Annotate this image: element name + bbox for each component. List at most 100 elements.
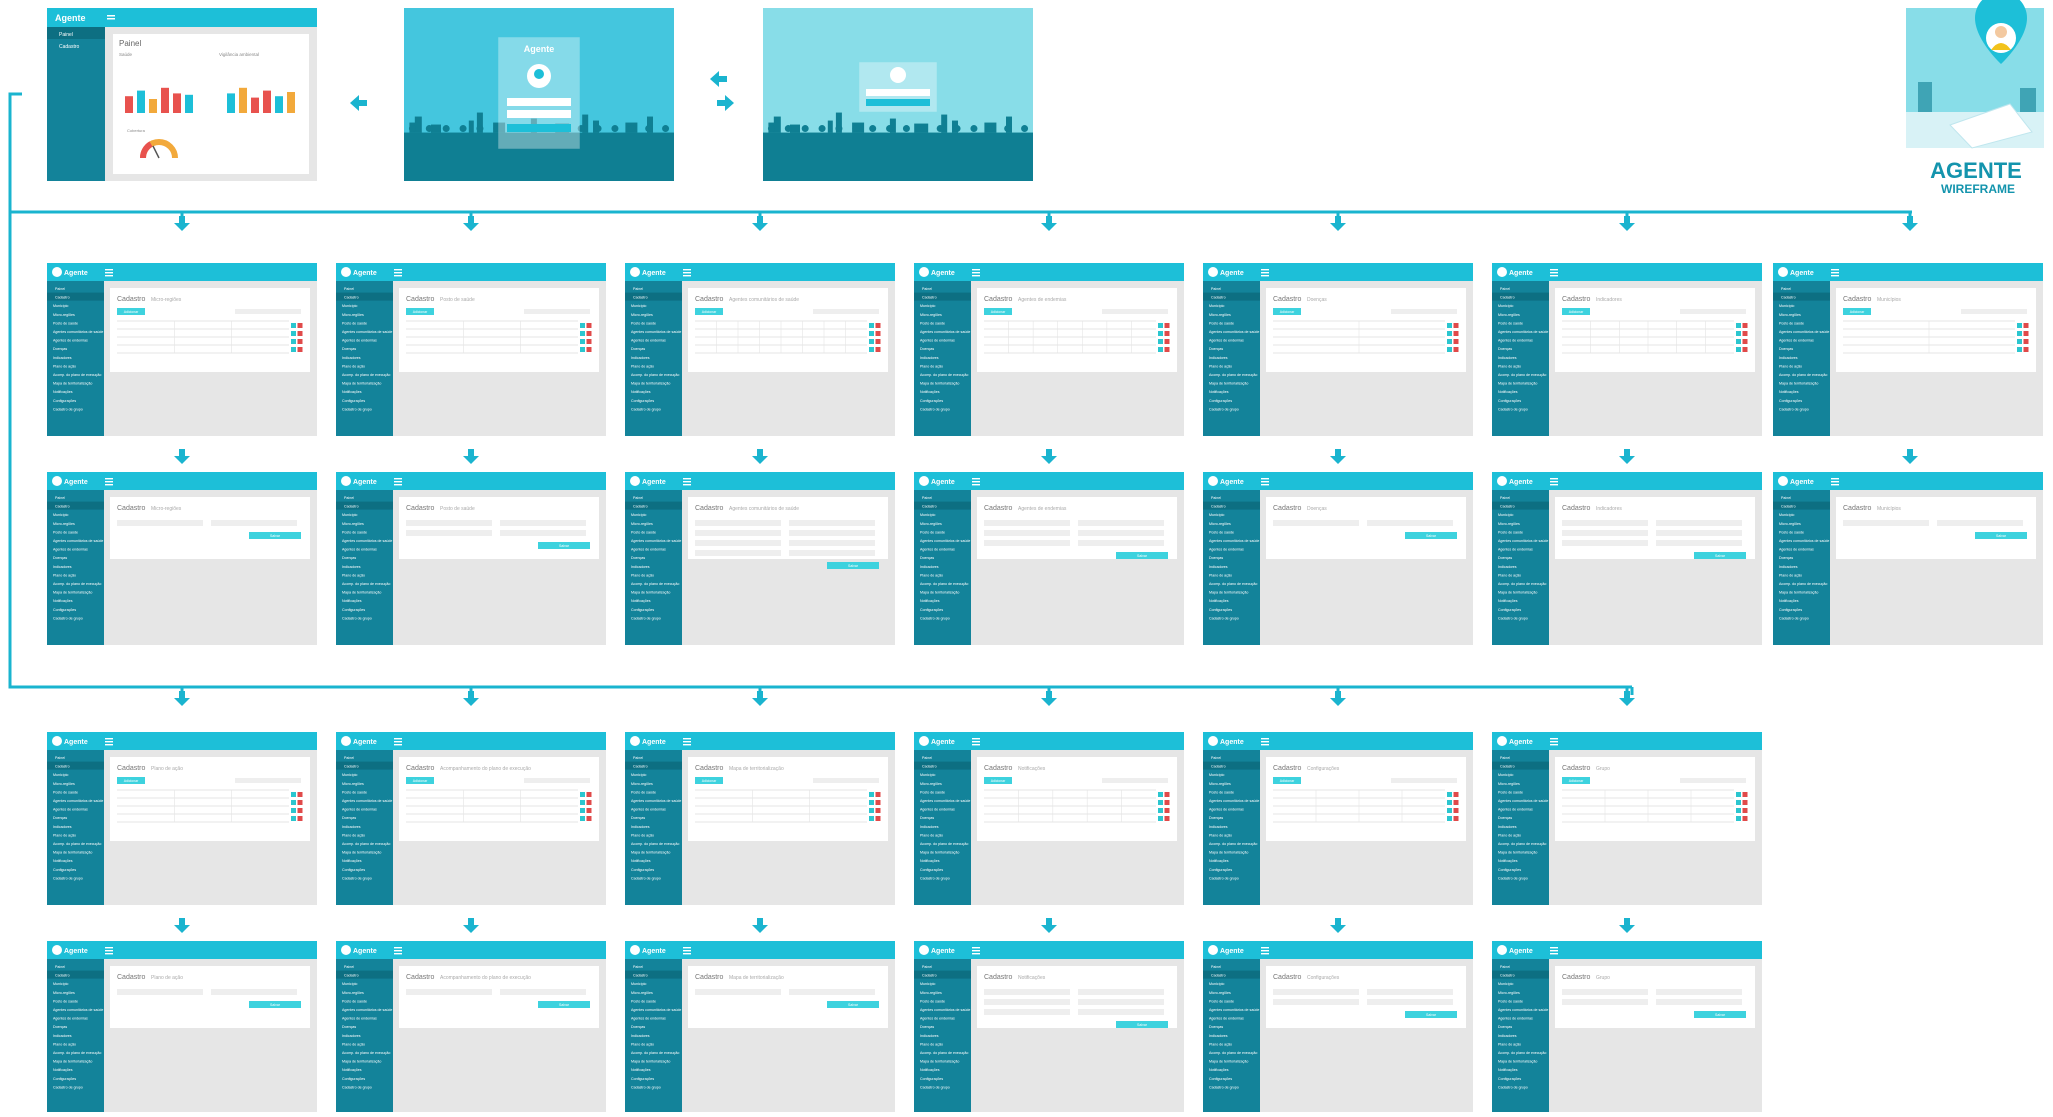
hamburger-icon[interactable] [683, 275, 691, 277]
edit-icon[interactable] [1158, 800, 1163, 805]
hamburger-icon[interactable] [105, 481, 113, 483]
hamburger-icon[interactable] [683, 738, 691, 740]
hamburger-icon[interactable] [683, 950, 691, 952]
delete-icon[interactable] [1164, 816, 1170, 821]
edit-icon[interactable] [1447, 347, 1452, 352]
search-input[interactable] [1391, 309, 1457, 314]
hamburger-icon[interactable] [107, 15, 115, 17]
form-field[interactable] [1562, 520, 1648, 526]
hamburger-icon[interactable] [107, 18, 115, 20]
edit-icon[interactable] [1736, 816, 1741, 821]
hamburger-icon[interactable] [394, 744, 402, 746]
hamburger-icon[interactable] [394, 478, 402, 480]
form-field[interactable] [1562, 530, 1648, 536]
delete-icon[interactable] [586, 331, 592, 336]
search-input[interactable] [1680, 309, 1746, 314]
hamburger-icon[interactable] [1550, 947, 1558, 949]
hamburger-icon[interactable] [683, 741, 691, 743]
form-field[interactable] [695, 550, 781, 556]
edit-icon[interactable] [2017, 323, 2022, 328]
edit-icon[interactable] [291, 347, 296, 352]
hamburger-icon[interactable] [1550, 478, 1558, 480]
delete-icon[interactable] [1453, 331, 1459, 336]
edit-icon[interactable] [869, 331, 874, 336]
delete-icon[interactable] [875, 339, 881, 344]
delete-icon[interactable] [1453, 792, 1459, 797]
edit-icon[interactable] [580, 331, 585, 336]
delete-icon[interactable] [297, 808, 303, 813]
username-input[interactable] [507, 98, 571, 106]
hamburger-icon[interactable] [683, 484, 691, 486]
edit-icon[interactable] [291, 339, 296, 344]
delete-icon[interactable] [2023, 331, 2029, 336]
delete-icon[interactable] [1453, 323, 1459, 328]
delete-icon[interactable] [875, 800, 881, 805]
form-field[interactable] [1078, 520, 1164, 526]
edit-icon[interactable] [1447, 792, 1452, 797]
hamburger-icon[interactable] [1261, 947, 1269, 949]
hamburger-icon[interactable] [972, 738, 980, 740]
delete-icon[interactable] [1164, 800, 1170, 805]
hamburger-icon[interactable] [394, 272, 402, 274]
search-input[interactable] [1961, 309, 2027, 314]
hamburger-icon[interactable] [1261, 744, 1269, 746]
delete-icon[interactable] [1164, 347, 1170, 352]
search-input[interactable] [813, 778, 879, 783]
edit-icon[interactable] [1447, 816, 1452, 821]
edit-icon[interactable] [580, 800, 585, 805]
hamburger-icon[interactable] [1261, 953, 1269, 955]
delete-icon[interactable] [586, 816, 592, 821]
form-field[interactable] [1078, 530, 1164, 536]
edit-icon[interactable] [2017, 347, 2022, 352]
hamburger-icon[interactable] [1550, 272, 1558, 274]
delete-icon[interactable] [875, 331, 881, 336]
edit-icon[interactable] [1158, 331, 1163, 336]
hamburger-icon[interactable] [972, 481, 980, 483]
edit-icon[interactable] [869, 816, 874, 821]
delete-icon[interactable] [586, 347, 592, 352]
hamburger-icon[interactable] [683, 478, 691, 480]
form-field[interactable] [1078, 1009, 1164, 1015]
hamburger-icon[interactable] [1261, 484, 1269, 486]
form-field[interactable] [984, 1009, 1070, 1015]
search-input[interactable] [235, 778, 301, 783]
edit-icon[interactable] [291, 808, 296, 813]
hamburger-icon[interactable] [394, 741, 402, 743]
send-button[interactable] [866, 99, 930, 106]
delete-icon[interactable] [875, 808, 881, 813]
form-field[interactable] [1367, 989, 1453, 995]
form-field[interactable] [984, 989, 1070, 995]
form-field[interactable] [500, 520, 586, 526]
hamburger-icon[interactable] [683, 744, 691, 746]
hamburger-icon[interactable] [394, 950, 402, 952]
search-input[interactable] [1391, 778, 1457, 783]
hamburger-icon[interactable] [105, 478, 113, 480]
delete-icon[interactable] [2023, 323, 2029, 328]
delete-icon[interactable] [875, 792, 881, 797]
form-field[interactable] [1937, 520, 2023, 526]
edit-icon[interactable] [1736, 347, 1741, 352]
hamburger-icon[interactable] [1550, 269, 1558, 271]
form-field[interactable] [211, 989, 297, 995]
hamburger-icon[interactable] [1261, 738, 1269, 740]
edit-icon[interactable] [1736, 800, 1741, 805]
form-field[interactable] [500, 530, 586, 536]
form-field[interactable] [406, 989, 492, 995]
search-input[interactable] [813, 309, 879, 314]
hamburger-icon[interactable] [1261, 272, 1269, 274]
delete-icon[interactable] [586, 323, 592, 328]
delete-icon[interactable] [297, 347, 303, 352]
edit-icon[interactable] [1158, 808, 1163, 813]
hamburger-icon[interactable] [394, 953, 402, 955]
delete-icon[interactable] [1453, 816, 1459, 821]
hamburger-icon[interactable] [683, 953, 691, 955]
search-input[interactable] [1680, 778, 1746, 783]
hamburger-icon[interactable] [683, 481, 691, 483]
delete-icon[interactable] [875, 816, 881, 821]
form-field[interactable] [695, 989, 781, 995]
edit-icon[interactable] [291, 792, 296, 797]
form-field[interactable] [1273, 520, 1359, 526]
delete-icon[interactable] [586, 792, 592, 797]
form-field[interactable] [1562, 540, 1648, 546]
form-field[interactable] [789, 550, 875, 556]
